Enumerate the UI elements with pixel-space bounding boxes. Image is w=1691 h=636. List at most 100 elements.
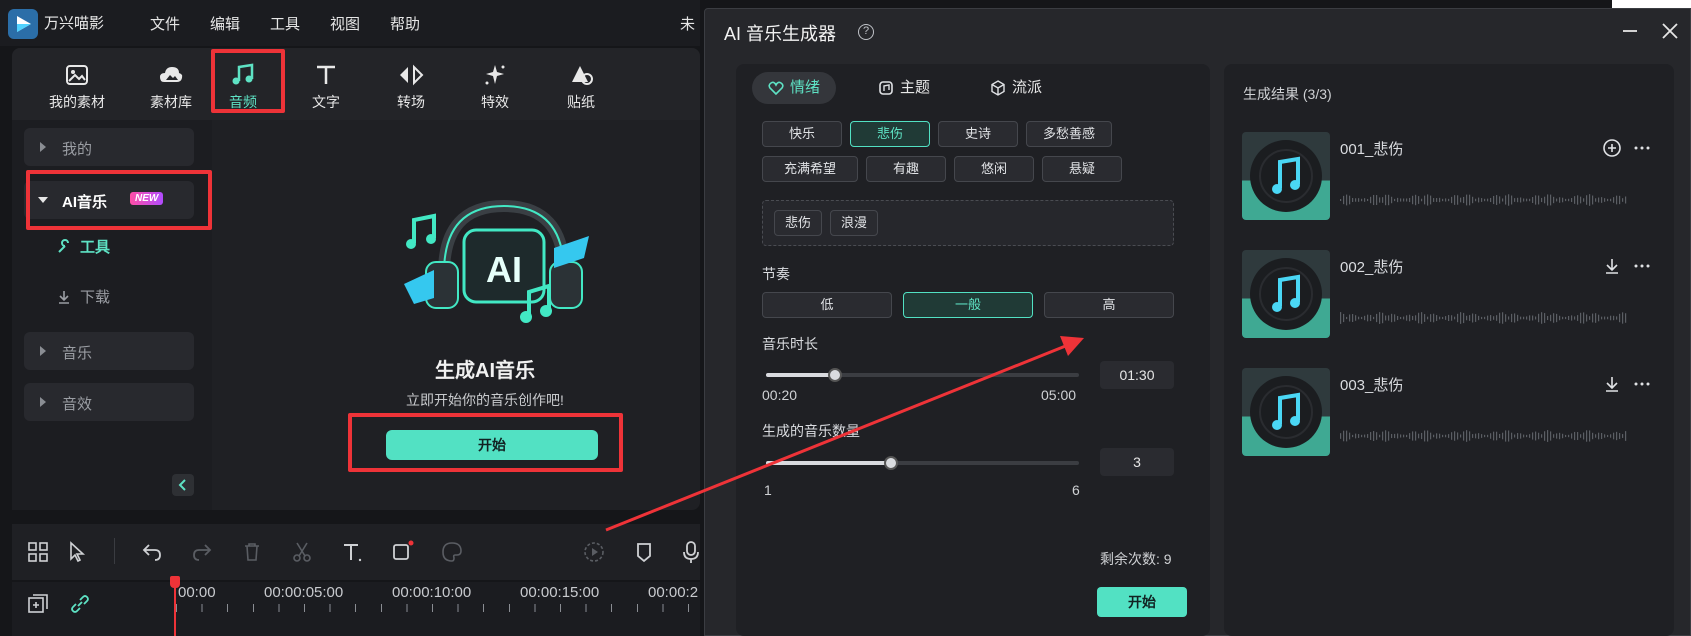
duration-value[interactable]: 01:30 xyxy=(1100,361,1174,389)
download-icon[interactable] xyxy=(1602,374,1622,394)
tool-stickers[interactable]: 贴纸 xyxy=(540,58,622,118)
menu-tools[interactable]: 工具 xyxy=(270,13,300,34)
link-icon[interactable] xyxy=(68,592,92,616)
count-slider-thumb[interactable] xyxy=(884,456,898,470)
sidebar-item-music[interactable]: 音乐 xyxy=(24,332,194,370)
marker-icon[interactable] xyxy=(632,540,656,564)
caret-right-icon xyxy=(40,142,46,152)
rhythm-high[interactable]: 高 xyxy=(1044,292,1174,318)
layout-grid-icon[interactable] xyxy=(26,540,50,564)
sidebar-item-mine[interactable]: 我的 xyxy=(24,128,194,166)
mood-chip-hopeful[interactable]: 充满希望 xyxy=(762,156,858,182)
download-icon xyxy=(59,291,69,304)
microphone-icon[interactable] xyxy=(682,540,706,564)
tool-label: 转场 xyxy=(397,94,425,110)
tab-theme[interactable]: 主题 xyxy=(862,72,946,104)
help-icon[interactable]: ? xyxy=(858,24,874,40)
timecode-label: 00:00:15:00 xyxy=(520,584,600,601)
sidebar-item-label: 音效 xyxy=(62,396,93,413)
highlight-ai-music xyxy=(26,170,212,230)
count-slider-fill xyxy=(766,461,891,465)
rhythm-label: 节奏 xyxy=(762,266,790,282)
generate-start-button[interactable]: 开始 xyxy=(1097,587,1187,617)
scissors-icon[interactable] xyxy=(290,540,314,564)
minimize-icon[interactable] xyxy=(1619,20,1641,42)
results-title: 生成结果 (3/3) xyxy=(1243,86,1332,102)
hero-subtitle: 立即开始你的音乐创作吧! xyxy=(406,392,564,408)
mood-chip-happy[interactable]: 快乐 xyxy=(762,121,842,147)
count-value[interactable]: 3 xyxy=(1100,448,1174,476)
tool-label: 我的素材 xyxy=(49,94,105,110)
duration-min: 00:20 xyxy=(762,387,798,403)
dialog-title: AI 音乐生成器 xyxy=(724,24,837,44)
sticker-icon xyxy=(568,62,594,88)
mood-chip-sentimental[interactable]: 多愁善感 xyxy=(1026,121,1112,147)
tool-label: 素材库 xyxy=(150,94,192,110)
redo-icon[interactable] xyxy=(190,540,214,564)
selected-tag[interactable]: 悲伤 xyxy=(774,210,822,236)
count-min: 1 xyxy=(764,482,772,498)
mood-chip-epic[interactable]: 史诗 xyxy=(938,121,1018,147)
menu-edit[interactable]: 编辑 xyxy=(210,13,240,34)
download-icon[interactable] xyxy=(1602,256,1622,276)
app-logo-icon xyxy=(8,9,38,39)
sidebar-item-download[interactable]: 下载 xyxy=(56,286,110,307)
timecode-label: 00:00:2 xyxy=(648,584,698,601)
delete-icon[interactable] xyxy=(240,540,264,564)
image-icon xyxy=(64,62,90,88)
mood-chip-sad[interactable]: 悲伤 xyxy=(850,121,930,147)
remaining-count: 剩余次数: 9 xyxy=(1100,551,1172,567)
tab-mood[interactable]: 情绪 xyxy=(752,72,837,104)
tool-library[interactable]: 素材库 xyxy=(130,58,212,118)
rhythm-normal[interactable]: 一般 xyxy=(903,292,1033,318)
select-cursor-icon[interactable] xyxy=(66,540,90,564)
duration-slider-thumb[interactable] xyxy=(828,368,842,382)
collapse-sidebar-button[interactable] xyxy=(172,474,194,496)
text-tool-icon[interactable] xyxy=(340,540,364,564)
add-icon[interactable] xyxy=(1602,138,1622,158)
result-item[interactable]: 001_悲伤 xyxy=(1242,132,1662,222)
sidebar-item-sfx[interactable]: 音效 xyxy=(24,383,194,421)
more-icon[interactable] xyxy=(1632,138,1652,158)
tool-effects[interactable]: 特效 xyxy=(454,58,536,118)
playhead-handle[interactable] xyxy=(170,576,180,588)
caret-right-icon xyxy=(40,346,46,356)
heart-icon xyxy=(768,80,784,96)
mood-chip-relaxed[interactable]: 悠闲 xyxy=(954,156,1034,182)
rhythm-low[interactable]: 低 xyxy=(762,292,892,318)
illustration-text: AI xyxy=(486,249,522,290)
tool-transition[interactable]: 转场 xyxy=(370,58,452,118)
result-item[interactable]: 003_悲伤 xyxy=(1242,368,1662,458)
add-track-icon[interactable] xyxy=(26,592,50,616)
toolbar-divider xyxy=(114,538,115,564)
tool-text[interactable]: 文字 xyxy=(285,58,367,118)
vinyl-thumbnail-icon xyxy=(1242,132,1330,220)
menu-view[interactable]: 视图 xyxy=(330,13,360,34)
result-name: 003_悲伤 xyxy=(1340,377,1404,394)
palette-icon[interactable] xyxy=(440,540,464,564)
mood-chip-fun[interactable]: 有趣 xyxy=(866,156,946,182)
duration-label: 音乐时长 xyxy=(762,336,818,352)
tool-my-media[interactable]: 我的素材 xyxy=(36,58,118,118)
selected-tag[interactable]: 浪漫 xyxy=(830,210,878,236)
waveform xyxy=(1340,430,1627,442)
mood-chip-suspense[interactable]: 悬疑 xyxy=(1042,156,1122,182)
sparkle-icon xyxy=(482,62,508,88)
close-icon[interactable] xyxy=(1659,20,1681,42)
tab-genre[interactable]: 流派 xyxy=(974,72,1058,104)
highlight-start-button xyxy=(348,413,623,472)
crop-icon[interactable] xyxy=(390,540,414,564)
duration-max: 05:00 xyxy=(1041,387,1077,403)
result-item[interactable]: 002_悲伤 xyxy=(1242,250,1662,340)
menu-file[interactable]: 文件 xyxy=(150,13,180,34)
caret-right-icon xyxy=(40,397,46,407)
more-icon[interactable] xyxy=(1632,256,1652,276)
undo-icon[interactable] xyxy=(140,540,164,564)
more-icon[interactable] xyxy=(1632,374,1652,394)
result-name: 002_悲伤 xyxy=(1340,259,1404,276)
chevron-left-icon xyxy=(178,479,186,491)
play-speed-icon[interactable] xyxy=(582,540,606,564)
menu-help[interactable]: 帮助 xyxy=(390,13,420,34)
tool-label: 文字 xyxy=(312,94,340,110)
sidebar-item-tools[interactable]: 工具 xyxy=(56,236,110,257)
